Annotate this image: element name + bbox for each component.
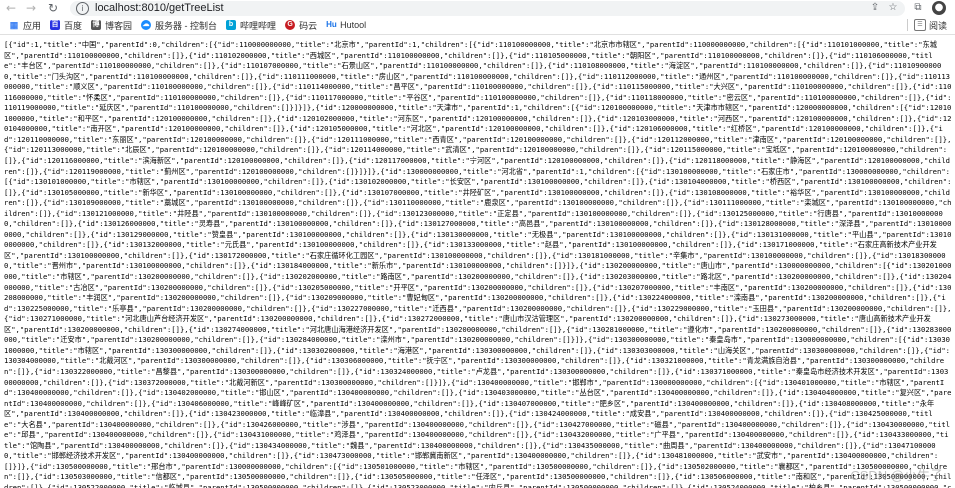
reading-list-label: 阅读 bbox=[928, 20, 947, 31]
forward-icon[interactable]: → bbox=[24, 1, 38, 15]
reading-list[interactable]: ☰ 阅读 bbox=[906, 19, 947, 32]
bookmarks-bar: ▦ 应用 百 百度 博 博客园 ☁ 服务器 - 控制台 b 哔哩哔哩 G 码云 … bbox=[0, 16, 955, 35]
bookmark-server-console[interactable]: ☁ 服务器 - 控制台 bbox=[141, 19, 217, 32]
bookmark-bilibili[interactable]: b 哔哩哔哩 bbox=[226, 19, 276, 32]
cnblogs-icon: 博 bbox=[91, 20, 102, 30]
url-text[interactable]: localhost:8010/getTreeList bbox=[95, 2, 224, 14]
share-icon[interactable]: ⇪ bbox=[869, 2, 881, 14]
bookmark-label: 服务器 - 控制台 bbox=[155, 20, 218, 31]
bookmark-star-icon[interactable]: ☆ bbox=[887, 2, 899, 14]
bookmark-hutool[interactable]: Hu Hutool bbox=[326, 20, 366, 30]
bilibili-icon: b bbox=[226, 20, 237, 30]
reload-icon[interactable]: ↻ bbox=[46, 1, 60, 15]
bookmark-baidu[interactable]: 百 百度 bbox=[50, 19, 82, 32]
apps-grid-icon: ▦ bbox=[9, 20, 19, 30]
bookmark-cnblogs[interactable]: 博 博客园 bbox=[91, 19, 132, 32]
bookmark-label: 哔哩哔哩 bbox=[240, 20, 277, 31]
bookmarks-divider bbox=[906, 19, 908, 31]
baidu-icon: 百 bbox=[50, 20, 61, 30]
bookmark-label: 码云 bbox=[299, 20, 318, 31]
json-response-body: [{"id":1,"title":"中国","parentId":0,"chil… bbox=[4, 40, 952, 488]
bookmark-label: Hutool bbox=[340, 20, 367, 30]
extensions-icon[interactable]: ⧉ bbox=[911, 1, 925, 15]
bookmark-label: 应用 bbox=[23, 20, 42, 31]
bookmark-label: 博客园 bbox=[105, 20, 133, 31]
address-bar[interactable]: i localhost:8010/getTreeList ⇪ ☆ bbox=[70, 0, 905, 16]
site-info-icon[interactable]: i bbox=[76, 1, 89, 15]
bookmark-gitee[interactable]: G 码云 bbox=[285, 19, 317, 32]
gitee-icon: G bbox=[285, 20, 296, 30]
browser-toolbar: ← → ↻ i localhost:8010/getTreeList ⇪ ☆ ⧉… bbox=[0, 0, 955, 16]
bookmark-apps[interactable]: ▦ 应用 bbox=[9, 19, 41, 32]
bookmark-label: 百度 bbox=[64, 20, 83, 31]
hutool-icon: Hu bbox=[326, 20, 337, 29]
profile-avatar-icon[interactable]: ● bbox=[932, 1, 946, 15]
reading-list-icon: ☰ bbox=[913, 19, 926, 31]
back-icon[interactable]: ← bbox=[4, 1, 18, 15]
cloud-console-icon: ☁ bbox=[141, 20, 152, 30]
